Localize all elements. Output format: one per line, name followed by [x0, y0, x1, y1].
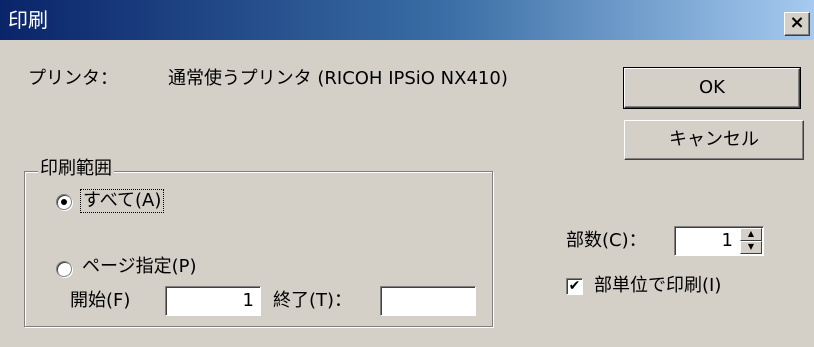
cancel-button-label: キャンセル [669, 129, 759, 150]
printer-label: プリンタ： [28, 68, 118, 89]
close-button[interactable]: × [784, 12, 810, 36]
check-icon: ✔ [568, 278, 581, 294]
end-page-input[interactable] [380, 286, 476, 316]
copies-label: 部数(C)： [566, 230, 647, 251]
spin-down-icon[interactable]: ▼ [740, 241, 762, 254]
radio-selected-dot [61, 199, 67, 205]
printer-name: 通常使うプリンタ (RICOH IPSiO NX410) [168, 68, 508, 89]
cancel-button[interactable]: キャンセル [624, 120, 804, 160]
start-page-input[interactable]: 1 [165, 286, 261, 316]
radio-pages-label[interactable]: ページ指定(P) [82, 256, 197, 278]
title-bar: 印刷 × [0, 0, 814, 40]
close-icon: × [789, 12, 805, 33]
end-label: 終了(T)： [273, 290, 353, 311]
spin-up-icon[interactable]: ▲ [740, 228, 762, 241]
window-title: 印刷 [8, 8, 48, 32]
radio-pages[interactable] [56, 261, 72, 277]
copies-spinner[interactable]: ▲ ▼ [740, 228, 762, 254]
collate-checkbox[interactable]: ✔ [566, 278, 583, 295]
start-label: 開始(F) [70, 290, 131, 311]
ok-button-label: OK [699, 77, 725, 98]
print-range-legend: 印刷範囲 [38, 158, 114, 180]
ok-button[interactable]: OK [623, 67, 801, 109]
radio-all[interactable] [56, 194, 72, 210]
collate-label[interactable]: 部単位で印刷(I) [594, 275, 721, 297]
radio-all-label[interactable]: すべて(A) [80, 189, 165, 213]
